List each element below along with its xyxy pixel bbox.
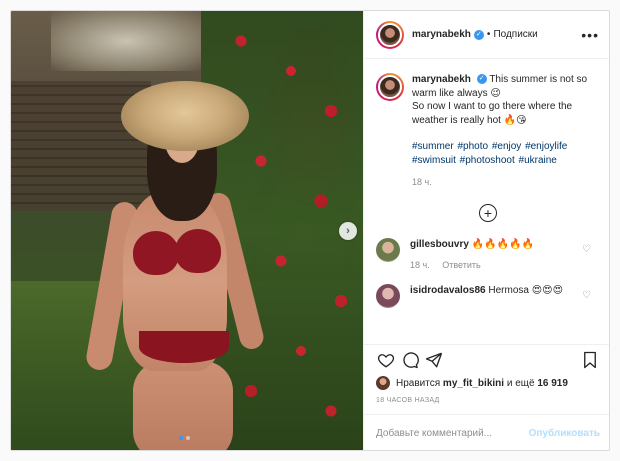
caption-hashtags[interactable]: #summer #photo #enjoy #enjoylife #swimsu… <box>412 140 600 167</box>
likes-prefix: Нравится <box>396 377 441 389</box>
carousel-dot-2 <box>186 436 190 440</box>
comment-username[interactable]: isidrodavalos86 <box>410 285 486 296</box>
comment-heart-icon[interactable]: ♡ <box>582 290 592 301</box>
comments-area[interactable]: marynabekh ✓ This summer is not so warm … <box>364 59 609 344</box>
share-icon[interactable] <box>422 348 446 372</box>
next-arrow-icon[interactable]: › <box>339 222 357 240</box>
comment-heart-icon[interactable]: ♡ <box>582 244 592 255</box>
bookmark-icon[interactable] <box>578 348 602 372</box>
caption: marynabekh ✓ This summer is not so warm … <box>364 59 609 190</box>
post-date: 18 ЧАСОВ НАЗАД <box>376 397 440 404</box>
commenter-avatar[interactable] <box>376 237 400 262</box>
comment-input[interactable] <box>376 428 526 439</box>
verified-badge-icon: ✓ <box>473 29 484 40</box>
separator-dot: • <box>486 29 491 40</box>
caption-username[interactable]: marynabekh <box>412 74 471 85</box>
comment-username[interactable]: gillesbouvry <box>410 239 469 250</box>
comment-text: 🔥🔥🔥🔥🔥 <box>471 238 534 250</box>
reply-button[interactable]: Ответить <box>442 260 480 270</box>
plus-circle-icon[interactable]: + <box>479 203 497 222</box>
carousel-dots <box>179 436 190 440</box>
comment-row: gillesbouvry 🔥🔥🔥🔥🔥 18 ч. Ответить ♡ <box>364 237 609 272</box>
caption-text-line2: So now I want to go there where the weat… <box>412 101 573 126</box>
post-side-panel: marynabekh ✓ • Подписки ••• marynabekh ✓… <box>363 11 609 450</box>
caption-time: 18 ч. <box>412 177 432 187</box>
following-button[interactable]: Подписки <box>493 29 537 40</box>
comment-row: isidrodavalos86 Hermosa 😍😍😍 ♡ <box>364 283 609 308</box>
publish-button[interactable]: Опубликовать <box>529 428 600 439</box>
add-comment-bar: Опубликовать <box>364 414 609 450</box>
photo-model <box>73 81 266 450</box>
comment-icon[interactable] <box>398 348 422 372</box>
heart-icon[interactable] <box>374 348 398 372</box>
liker-username[interactable]: my_fit_bikini <box>443 378 504 389</box>
liker-avatar[interactable] <box>376 376 390 390</box>
likes-summary: Нравится my_fit_bikini и ещё 16 919 <box>376 376 568 390</box>
carousel-dot-1 <box>179 436 183 440</box>
post-photo[interactable]: › <box>11 11 363 450</box>
more-options-icon[interactable]: ••• <box>581 27 599 43</box>
comment-text: Hermosa 😍😍😍 <box>488 284 563 296</box>
commenter-avatar[interactable] <box>376 283 400 308</box>
author-username[interactable]: marynabekh <box>412 29 471 40</box>
likes-count[interactable]: 16 919 <box>537 378 568 389</box>
photo-sky <box>51 11 201 71</box>
post-header: marynabekh ✓ • Подписки ••• <box>364 11 609 59</box>
author-avatar[interactable] <box>376 20 404 49</box>
likes-middle: и ещё <box>506 377 535 389</box>
caption-avatar[interactable] <box>376 73 404 101</box>
comment-time: 18 ч. <box>410 259 430 270</box>
verified-badge-icon: ✓ <box>476 74 487 85</box>
post-card: › marynabekh ✓ • Подписки ••• marynabekh… <box>10 10 610 451</box>
straw-hat <box>121 81 249 151</box>
action-bar <box>364 344 609 374</box>
